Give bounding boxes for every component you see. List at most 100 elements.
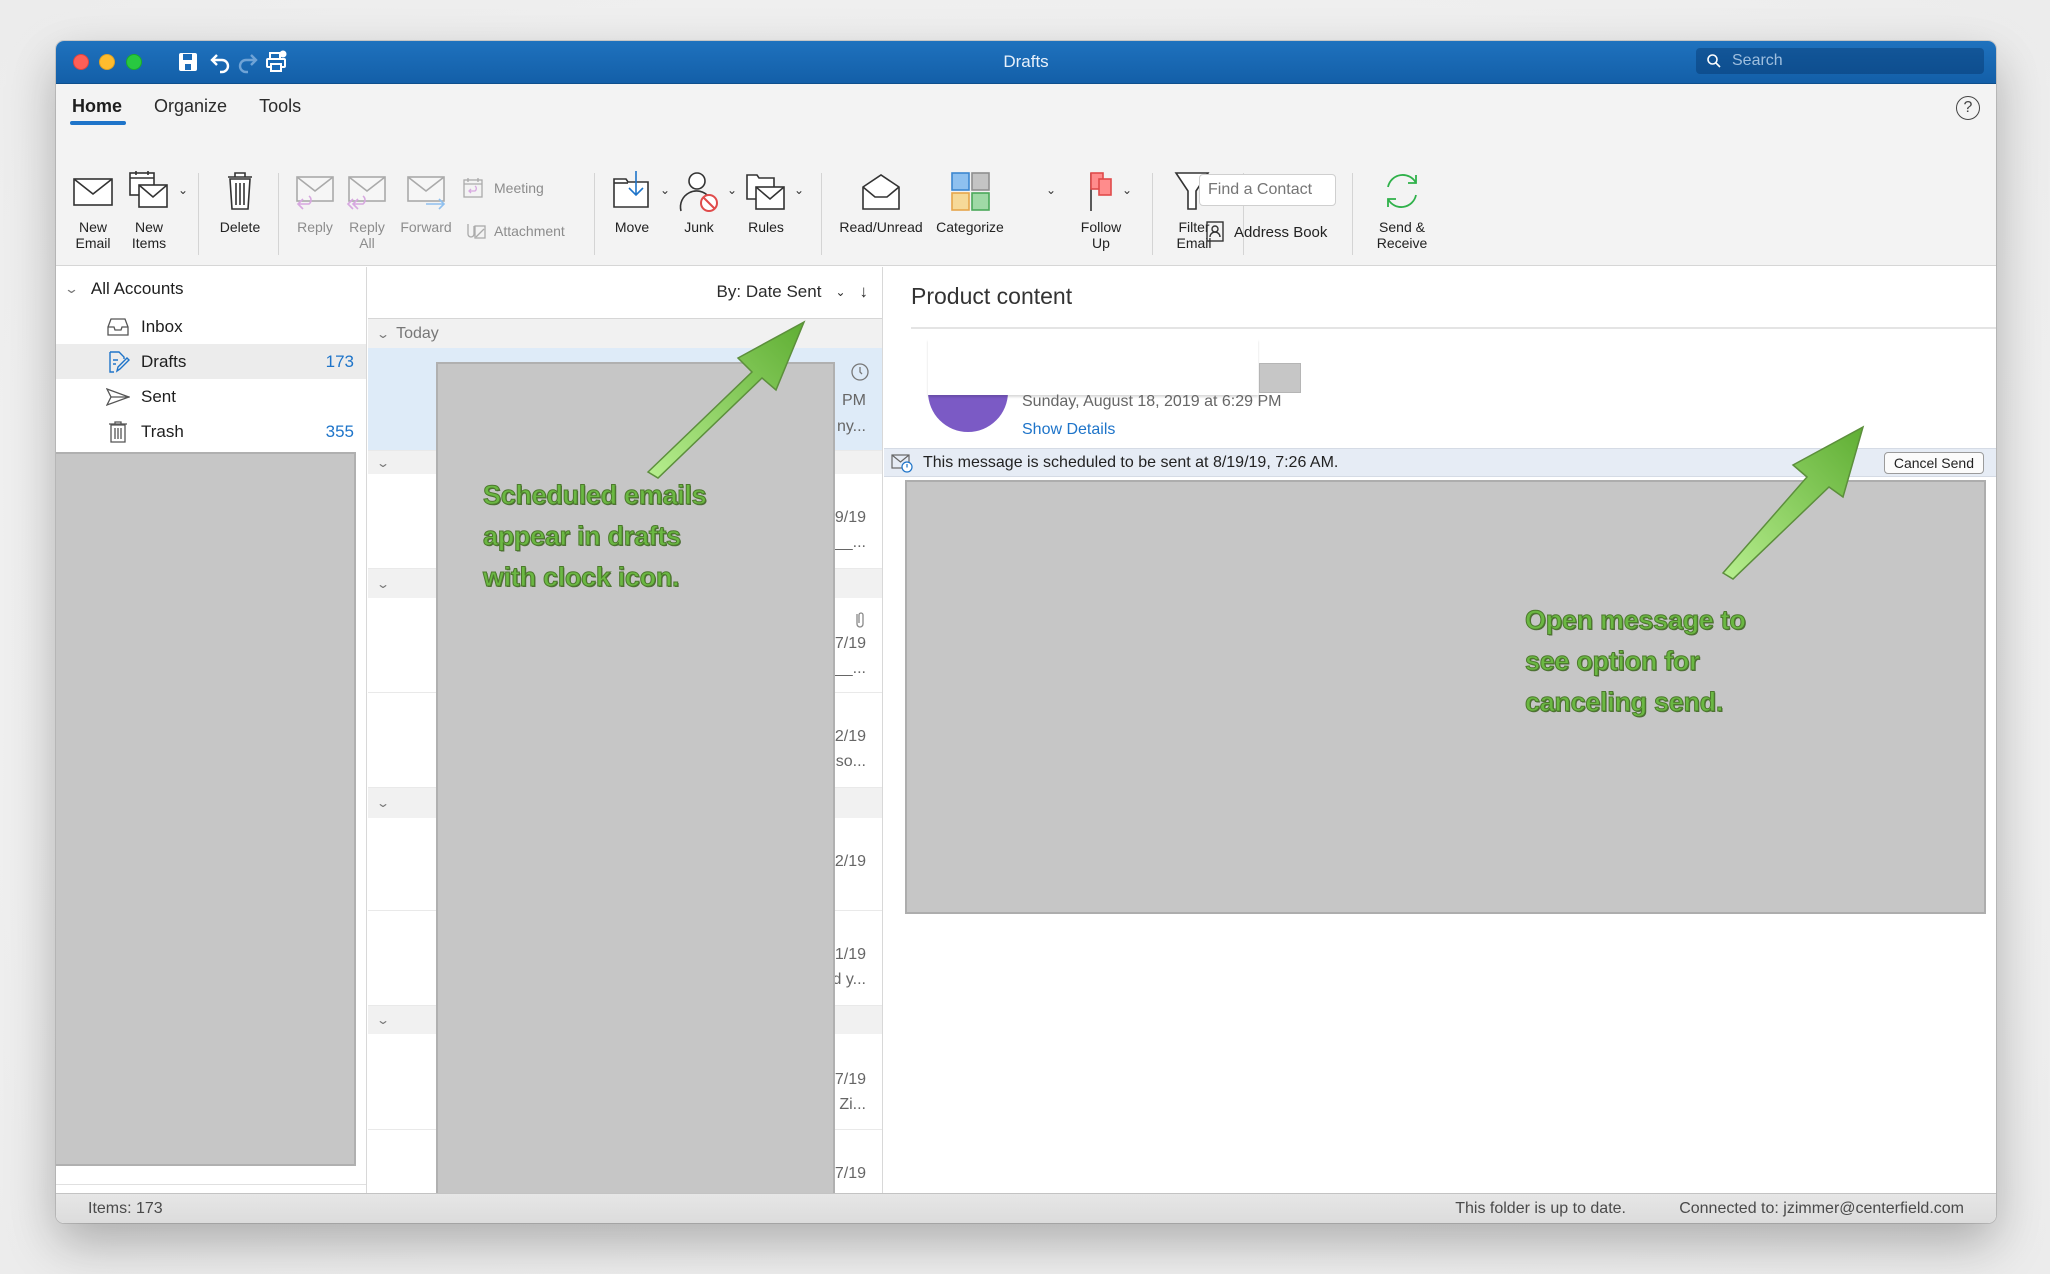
address-book-button[interactable]: Address Book <box>1206 221 1327 243</box>
message-date: PM <box>842 392 866 409</box>
sent-icon <box>106 387 130 406</box>
chevron-down-icon[interactable]: ⌄ <box>1046 183 1056 197</box>
message-date: 1/19 <box>834 946 866 963</box>
show-details-link[interactable]: Show Details <box>1022 421 1115 439</box>
unread-count: 173 <box>325 351 354 371</box>
reply-all-button[interactable]: Reply All <box>342 169 392 251</box>
annotation-cancel-send: Open message to see option for canceling… <box>1525 600 1747 723</box>
rules-icon <box>741 169 791 213</box>
follow-up-button[interactable]: Follow Up <box>1071 169 1131 251</box>
tab-tools[interactable]: Tools <box>243 94 317 125</box>
move-label: Move <box>614 219 650 235</box>
read-unread-button[interactable]: Read/Unread <box>833 169 929 235</box>
chevron-down-icon[interactable]: ⌄ <box>794 183 804 197</box>
categorize-button[interactable]: Categorize <box>932 169 1008 235</box>
message-preview: ny... <box>836 418 866 435</box>
message-date: 7/19 <box>834 1071 866 1088</box>
chevron-down-icon[interactable]: ⌄ <box>1122 183 1132 197</box>
reply-icon <box>290 169 340 213</box>
meeting-label: Meeting <box>494 180 544 196</box>
message-preview: __... <box>834 534 866 551</box>
new-items-icon <box>124 169 174 213</box>
divider <box>278 173 279 255</box>
cancel-send-button[interactable]: Cancel Send <box>1883 452 1984 474</box>
sync-icon <box>1362 169 1442 213</box>
message-date: 9/19 <box>834 509 866 526</box>
connection-status: Connected to: jzimmer@centerfield.com <box>1679 1200 1964 1217</box>
folder-inbox[interactable]: Inbox <box>56 309 366 344</box>
sort-direction-arrow-icon[interactable]: ↓ <box>860 282 869 302</box>
forward-icon <box>396 169 456 213</box>
message-date: 2/19 <box>834 728 866 745</box>
message-preview: so... <box>835 753 866 770</box>
annotation-line: appear in drafts <box>482 521 681 552</box>
schedule-infobar: This message is scheduled to be sent at … <box>884 448 1996 477</box>
account-label: All Accounts <box>90 279 184 298</box>
send-receive-label-1: Send & <box>1379 219 1425 235</box>
junk-button[interactable]: Junk <box>674 169 724 235</box>
search-box[interactable] <box>1696 48 1984 74</box>
new-items-button[interactable]: New Items <box>124 169 174 251</box>
follow-up-label-2: Up <box>1092 235 1110 251</box>
reply-button[interactable]: Reply <box>290 169 340 235</box>
redacted-area <box>56 452 356 1166</box>
delete-label: Delete <box>219 219 261 235</box>
delete-button[interactable]: Delete <box>210 169 270 235</box>
move-button[interactable]: Move <box>607 169 657 235</box>
sort-control[interactable]: By: Date Sent ⌄ ↓ <box>717 282 868 302</box>
chevron-down-icon[interactable]: ⌄ <box>727 183 737 197</box>
folder-label: Trash <box>141 421 184 441</box>
reply-all-label-1: Reply <box>349 219 385 235</box>
scheduled-mail-icon <box>891 453 913 473</box>
find-contact-input[interactable] <box>1199 174 1336 206</box>
sent-date: Sunday, August 18, 2019 at 6:29 PM <box>1022 393 1282 410</box>
trash-icon <box>210 169 270 213</box>
address-book-icon <box>1206 221 1224 242</box>
chevron-down-icon[interactable]: ⌄ <box>660 183 670 197</box>
message-preview: __... <box>834 660 866 677</box>
folder-trash[interactable]: Trash 355 <box>56 414 366 449</box>
rules-button[interactable]: Rules <box>741 169 791 235</box>
chevron-down-icon: ⌄ <box>375 455 391 470</box>
drafts-icon <box>109 350 130 373</box>
folder-label: Sent <box>141 386 176 406</box>
annotation-line: Scheduled emails <box>482 480 707 511</box>
folder-drafts[interactable]: Drafts 173 <box>56 344 366 379</box>
sync-status: This folder is up to date. <box>1455 1200 1626 1217</box>
forward-label: Forward <box>400 219 452 235</box>
new-email-label-2: Email <box>75 235 111 251</box>
send-receive-button[interactable]: Send & Receive <box>1362 169 1442 251</box>
forward-button[interactable]: Forward <box>396 169 456 235</box>
help-icon[interactable]: ? <box>1956 96 1980 120</box>
ribbon-tabs: Home Organize Tools <box>70 94 317 125</box>
send-receive-label-2: Receive <box>1376 235 1428 251</box>
schedule-notice: This message is scheduled to be sent at … <box>923 453 1339 471</box>
new-email-button[interactable]: New Email <box>70 169 116 251</box>
message-list: By: Date Sent ⌄ ↓ ⌄ Today PM ny... ⌄ 9/1… <box>368 267 883 1223</box>
account-header[interactable]: ⌄ All Accounts <box>64 279 184 299</box>
meeting-button[interactable]: Meeting <box>462 177 544 199</box>
tab-home[interactable]: Home <box>70 94 138 125</box>
trash-icon <box>109 420 127 443</box>
junk-icon <box>674 169 724 213</box>
annotation-line: see option for <box>1525 646 1701 677</box>
tab-organize[interactable]: Organize <box>138 94 243 125</box>
status-bar: Items: 173 This folder is up to date. Co… <box>56 1193 1996 1223</box>
search-input[interactable] <box>1732 52 1972 70</box>
divider <box>198 173 199 255</box>
chevron-down-icon[interactable]: ⌄ <box>835 285 845 299</box>
divider <box>1152 173 1153 255</box>
address-book-label: Address Book <box>1234 223 1328 241</box>
item-count-status: Items: 173 <box>88 1200 163 1217</box>
group-header-today[interactable]: ⌄ Today <box>368 319 882 348</box>
chevron-down-icon[interactable]: ⌄ <box>64 281 79 297</box>
annotation-scheduled-emails: Scheduled emails appear in drafts with c… <box>482 475 707 598</box>
meeting-icon <box>463 178 483 198</box>
annotation-line: with clock icon. <box>482 562 680 593</box>
reply-all-label-2: All <box>359 235 375 251</box>
attachment-button[interactable]: Attachment <box>462 220 565 242</box>
chevron-down-icon[interactable]: ⌄ <box>178 183 188 197</box>
folder-sent[interactable]: Sent <box>56 379 366 414</box>
paperclip-icon <box>856 612 864 628</box>
ribbon: Home Organize Tools ? New Email New Item… <box>56 84 1996 266</box>
